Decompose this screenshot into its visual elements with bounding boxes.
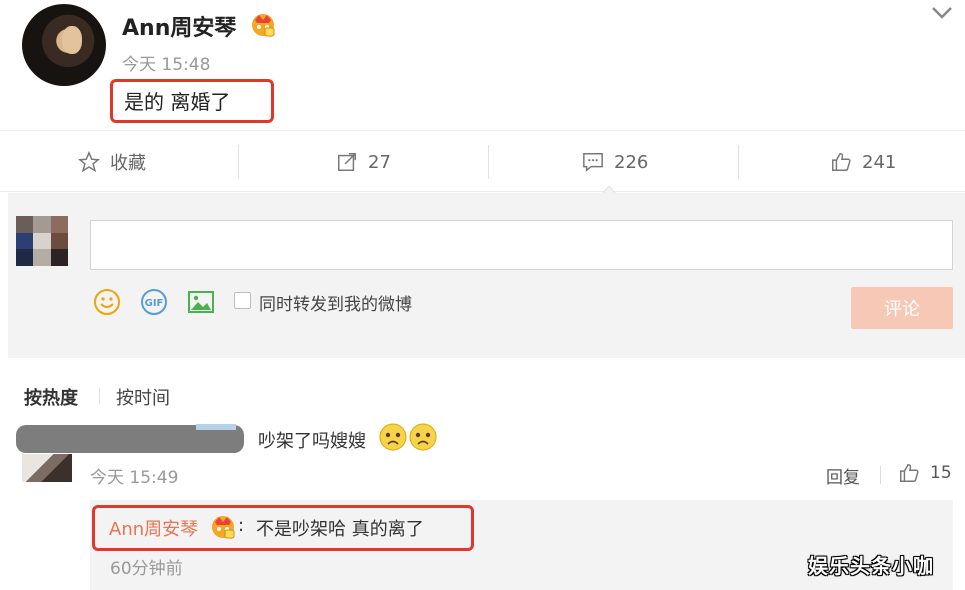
repost-option-label: 同时转发到我的微博 <box>259 295 412 315</box>
gif-icon[interactable]: GIF <box>139 287 169 317</box>
sort-divider <box>99 388 100 404</box>
comment-input[interactable] <box>90 220 953 270</box>
sad-face-emoji-icon <box>379 423 407 451</box>
comment-icon <box>583 153 603 172</box>
reply-timestamp: 60分钟前 <box>110 559 183 579</box>
comment-count: 226 <box>614 151 649 173</box>
svg-text:GIF: GIF <box>145 298 164 309</box>
repost-button[interactable]: 27 <box>336 131 391 193</box>
action-bar: 收藏 27 226 241 <box>0 130 965 192</box>
like-count: 241 <box>862 151 897 173</box>
comment-text: 吵架了吗嫂嫂 <box>258 431 366 452</box>
smiley-icon[interactable] <box>92 287 122 317</box>
poster-username[interactable]: Ann周安琴 <box>122 10 236 42</box>
comment-button[interactable]: 226 <box>582 131 648 193</box>
comment-like-count: 15 <box>930 463 952 483</box>
comment-timestamp: 今天 15:49 <box>90 468 179 488</box>
like-button[interactable]: 241 <box>830 131 896 193</box>
highlight-box <box>110 79 274 123</box>
highlight-box <box>92 505 474 551</box>
sort-by-time-tab[interactable]: 按时间 <box>116 384 170 410</box>
reply-button[interactable]: 回复 <box>826 463 860 488</box>
share-icon <box>338 153 356 171</box>
star-icon <box>78 151 100 173</box>
favorite-label: 收藏 <box>110 153 146 174</box>
sad-face-emoji-icon <box>409 423 437 451</box>
poster-avatar[interactable] <box>22 4 106 86</box>
my-avatar[interactable] <box>16 216 68 266</box>
sort-by-hot-tab[interactable]: 按热度 <box>24 384 78 410</box>
thumbs-up-icon[interactable] <box>898 462 920 484</box>
favorite-button[interactable]: 收藏 <box>78 131 146 193</box>
watermark: 娱乐头条小咖 <box>808 554 934 578</box>
vip-crown-icon <box>252 14 275 37</box>
submit-comment-button[interactable]: 评论 <box>851 287 953 329</box>
chevron-down-icon[interactable] <box>930 4 954 22</box>
thumbs-up-icon <box>832 153 851 171</box>
repost-checkbox[interactable] <box>234 292 251 309</box>
commenter-avatar[interactable] <box>22 454 72 482</box>
image-icon[interactable] <box>186 287 216 317</box>
comment-composer <box>8 193 965 358</box>
post-timestamp: 今天 15:48 <box>122 55 211 75</box>
repost-count: 27 <box>368 151 391 173</box>
